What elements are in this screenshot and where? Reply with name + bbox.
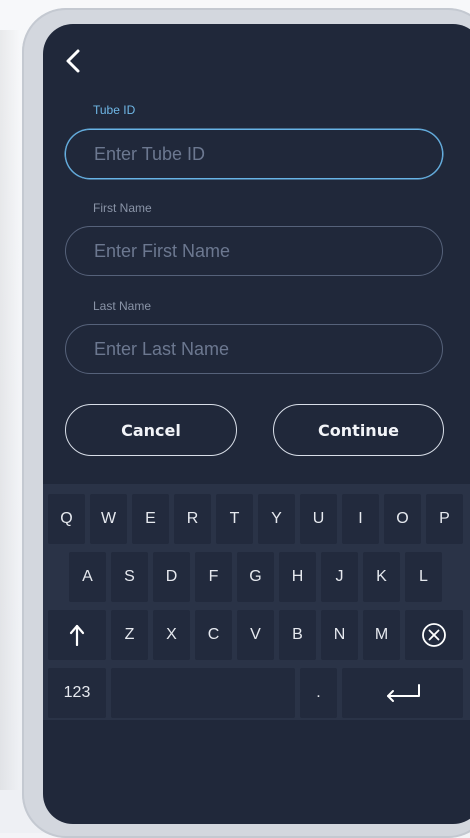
numbers-key[interactable]: 123 [48,668,106,718]
key-f[interactable]: F [195,552,232,602]
key-d[interactable]: D [153,552,190,602]
shift-arrow-icon [69,624,85,646]
last-name-label: Last Name [93,299,152,313]
key-r[interactable]: R [174,494,211,544]
key-m[interactable]: M [363,610,400,660]
key-u[interactable]: U [300,494,337,544]
key-z[interactable]: Z [111,610,148,660]
back-button[interactable] [58,45,88,77]
return-arrow-icon [386,684,420,702]
key-l[interactable]: L [405,552,442,602]
shift-key[interactable] [48,610,106,660]
space-key[interactable] [111,668,295,718]
key-j[interactable]: J [321,552,358,602]
period-key[interactable]: . [300,668,337,718]
key-p[interactable]: P [426,494,463,544]
circle-x-icon [422,623,446,647]
continue-button[interactable]: Continue [273,404,444,456]
key-q[interactable]: Q [48,494,85,544]
first-name-input[interactable]: Enter First Name [65,226,443,276]
key-s[interactable]: S [111,552,148,602]
key-c[interactable]: C [195,610,232,660]
backspace-key[interactable] [405,610,463,660]
key-g[interactable]: G [237,552,274,602]
tube-id-placeholder: Enter Tube ID [94,143,206,164]
key-y[interactable]: Y [258,494,295,544]
key-k[interactable]: K [363,552,400,602]
last-name-placeholder: Enter Last Name [94,338,230,359]
key-x[interactable]: X [153,610,190,660]
background-shadow [0,30,20,790]
first-name-placeholder: Enter First Name [94,240,231,261]
cancel-button[interactable]: Cancel [65,404,237,456]
key-i[interactable]: I [342,494,379,544]
key-v[interactable]: V [237,610,274,660]
key-n[interactable]: N [321,610,358,660]
tube-id-label: Tube ID [93,103,136,117]
key-w[interactable]: W [90,494,127,544]
return-key[interactable] [342,668,463,718]
first-name-label: First Name [93,201,152,215]
key-e[interactable]: E [132,494,169,544]
tube-id-input[interactable]: Enter Tube ID [65,129,443,179]
chevron-left-icon [66,49,80,73]
key-b[interactable]: B [279,610,316,660]
key-o[interactable]: O [384,494,421,544]
key-t[interactable]: T [216,494,253,544]
last-name-input[interactable]: Enter Last Name [65,324,443,374]
key-a[interactable]: A [69,552,106,602]
key-h[interactable]: H [279,552,316,602]
